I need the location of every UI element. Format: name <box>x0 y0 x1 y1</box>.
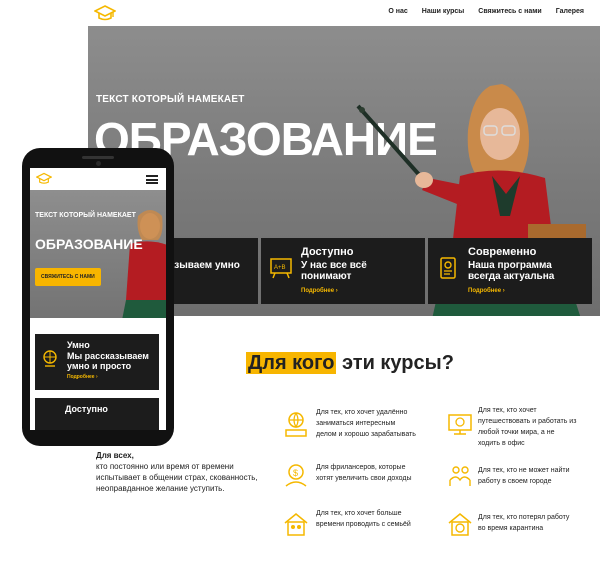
nav-item-courses[interactable]: Наши курсы <box>422 8 464 15</box>
remote-work-icon <box>285 412 307 437</box>
mobile-card-desc: Мы рассказываем <box>67 351 149 361</box>
phone-camera <box>96 161 101 166</box>
feature-card-accessible[interactable]: A+B Доступно У нас все всё понимают Подр… <box>261 238 425 304</box>
graduation-cap-logo-icon[interactable] <box>94 4 116 22</box>
nav-item-about[interactable]: О нас <box>388 8 407 15</box>
mobile-hero: ТЕКСТ КОТОРЫЙ НАМЕКАЕТ ОБРАЗОВАНИЕ СВЯЖИ… <box>30 190 166 318</box>
mobile-card-title: Доступно <box>65 404 108 414</box>
section-title-highlight: Для кого <box>246 352 337 374</box>
job-search-icon <box>449 466 471 486</box>
audience-text-2: Для тех, кто хочет путешествовать и рабо… <box>478 407 577 447</box>
chevron-right-icon: › <box>335 288 338 294</box>
mobile-feature-card-accessible[interactable]: Доступно <box>35 398 159 430</box>
mobile-feature-card-smart[interactable]: Умно Мы рассказываем умно и просто Подро… <box>35 334 159 390</box>
section-title-rest: эти курсы? <box>336 352 454 374</box>
hero-subtitle: ТЕКСТ КОТОРЫЙ НАМЕКАЕТ <box>96 94 245 105</box>
brain-icon <box>43 350 57 367</box>
feature-desc: У нас все всё <box>301 260 367 271</box>
audience-text-6: Для тех, кто потерял работу во время кар… <box>478 514 570 532</box>
audience-text-4: Для тех, кто не может найти работу в сво… <box>478 467 570 485</box>
graduation-cap-logo-icon[interactable] <box>36 172 52 185</box>
audience-text-1: Для тех, кто хочет удалённо заниматься и… <box>316 409 416 438</box>
feature-more-link[interactable]: Подробнее › <box>468 288 505 294</box>
quarantine-icon <box>448 513 472 536</box>
feature-card-modern[interactable]: Современно Наша программа всегда актуаль… <box>428 238 592 304</box>
for-all-text: кто постоянно или время от времени испыт… <box>96 462 258 493</box>
svg-text:$: $ <box>293 468 298 478</box>
feature-title: Доступно <box>301 246 354 258</box>
chevron-right-icon: › <box>95 374 98 380</box>
feature-desc-2: понимают <box>301 271 352 282</box>
hamburger-menu-icon[interactable] <box>146 175 158 184</box>
abc-board-icon: A+B <box>270 258 292 279</box>
phone-mockup: ТЕКСТ КОТОРЫЙ НАМЕКАЕТ ОБРАЗОВАНИЕ СВЯЖИ… <box>22 148 174 446</box>
for-all-block: Для всех, кто постоянно или время от вре… <box>96 450 266 494</box>
phone-speaker <box>82 156 114 159</box>
svg-text:A+B: A+B <box>274 265 286 271</box>
for-all-title: Для всех, <box>96 451 134 460</box>
family-icon <box>284 513 308 536</box>
more-label: Подробнее <box>301 288 335 294</box>
feature-more-link[interactable]: Подробнее › <box>301 288 338 294</box>
more-label: Подробнее <box>468 288 502 294</box>
feature-desc-2: всегда актуальна <box>468 271 555 282</box>
tablet-document-icon <box>440 257 456 279</box>
travel-icon <box>448 414 472 435</box>
freelancer-icon: $ <box>285 464 307 487</box>
chevron-right-icon: › <box>502 288 505 294</box>
phone-screen: ТЕКСТ КОТОРЫЙ НАМЕКАЕТ ОБРАЗОВАНИЕ СВЯЖИ… <box>30 168 166 430</box>
nav-item-contact[interactable]: Свяжитесь с нами <box>478 8 541 15</box>
mobile-card-more-link[interactable]: Подробнее › <box>67 374 98 380</box>
audience-text-3: Для фрилансеров, которые хотят увеличить… <box>316 464 412 482</box>
contact-us-button[interactable]: СВЯЖИТЕСЬ С НАМИ <box>35 268 101 286</box>
top-nav: О нас Наши курсы Свяжитесь с нами Галере… <box>388 8 584 15</box>
feature-title: Современно <box>468 246 537 258</box>
mobile-card-title: Умно <box>67 340 90 350</box>
nav-item-gallery[interactable]: Галерея <box>556 8 584 15</box>
mobile-header <box>30 168 166 190</box>
mobile-card-desc-2: умно и просто <box>67 361 132 371</box>
feature-desc: Наша программа <box>468 260 552 271</box>
section-title: Для кого эти курсы? <box>246 352 454 375</box>
audience-text-5: Для тех, кто хочет больше времени провод… <box>316 510 411 528</box>
mobile-hero-subtitle: ТЕКСТ КОТОРЫЙ НАМЕКАЕТ <box>35 212 136 219</box>
landing-page: О нас Наши курсы Свяжитесь с нами Галере… <box>0 0 600 578</box>
mobile-hero-title: ОБРАЗОВАНИЕ <box>35 236 143 252</box>
more-label: Подробнее <box>67 374 95 380</box>
